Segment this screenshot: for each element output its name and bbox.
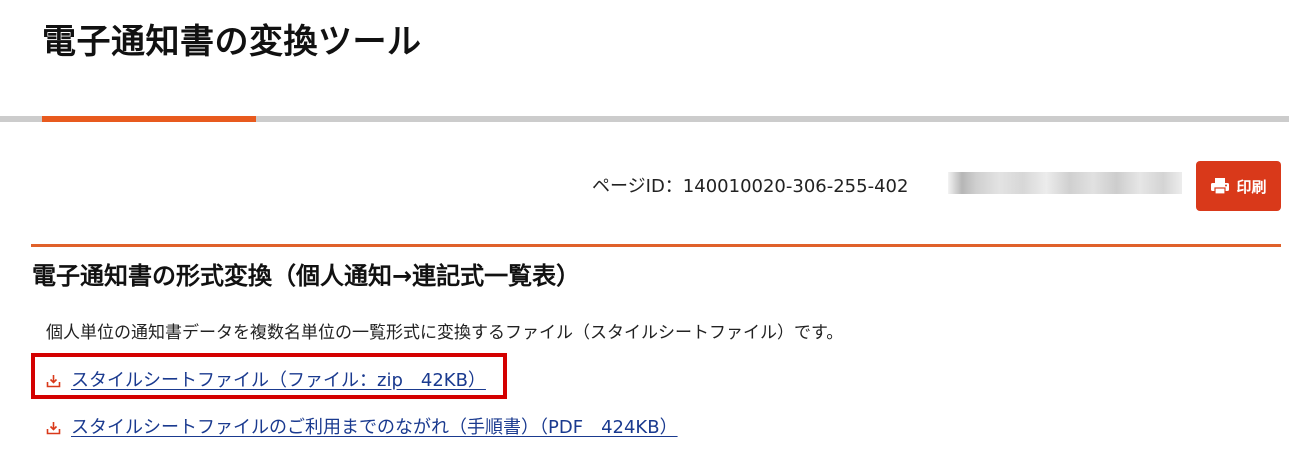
page-title: 電子通知書の変換ツール — [42, 22, 422, 62]
section-divider — [31, 244, 1281, 247]
procedure-pdf-link-label: スタイルシートファイルのご利用までのながれ（手順書）（PDF 424KB） — [71, 417, 678, 438]
download-icon — [46, 419, 61, 435]
stylesheet-zip-link[interactable]: スタイルシートファイル（ファイル：zip 42KB） — [46, 366, 486, 392]
page: 電子通知書の変換ツール ページID：140010020-306-255-402 … — [0, 0, 1289, 453]
page-id-label: ページID：140010020-306-255-402 — [592, 176, 909, 197]
print-button-label: 印刷 — [1236, 178, 1267, 196]
redacted-area — [948, 172, 1182, 194]
download-icon — [46, 372, 61, 388]
print-button[interactable]: 印刷 — [1196, 161, 1281, 211]
section-heading: 電子通知書の形式変換（個人通知→連記式一覧表） — [32, 262, 581, 290]
printer-icon — [1210, 177, 1230, 195]
procedure-pdf-link[interactable]: スタイルシートファイルのご利用までのながれ（手順書）（PDF 424KB） — [46, 413, 678, 439]
section-description: 個人単位の通知書データを複数名単位の一覧形式に変換するファイル（スタイルシートフ… — [46, 323, 844, 343]
title-divider-accent — [42, 116, 256, 122]
stylesheet-zip-link-label: スタイルシートファイル（ファイル：zip 42KB） — [71, 370, 486, 391]
